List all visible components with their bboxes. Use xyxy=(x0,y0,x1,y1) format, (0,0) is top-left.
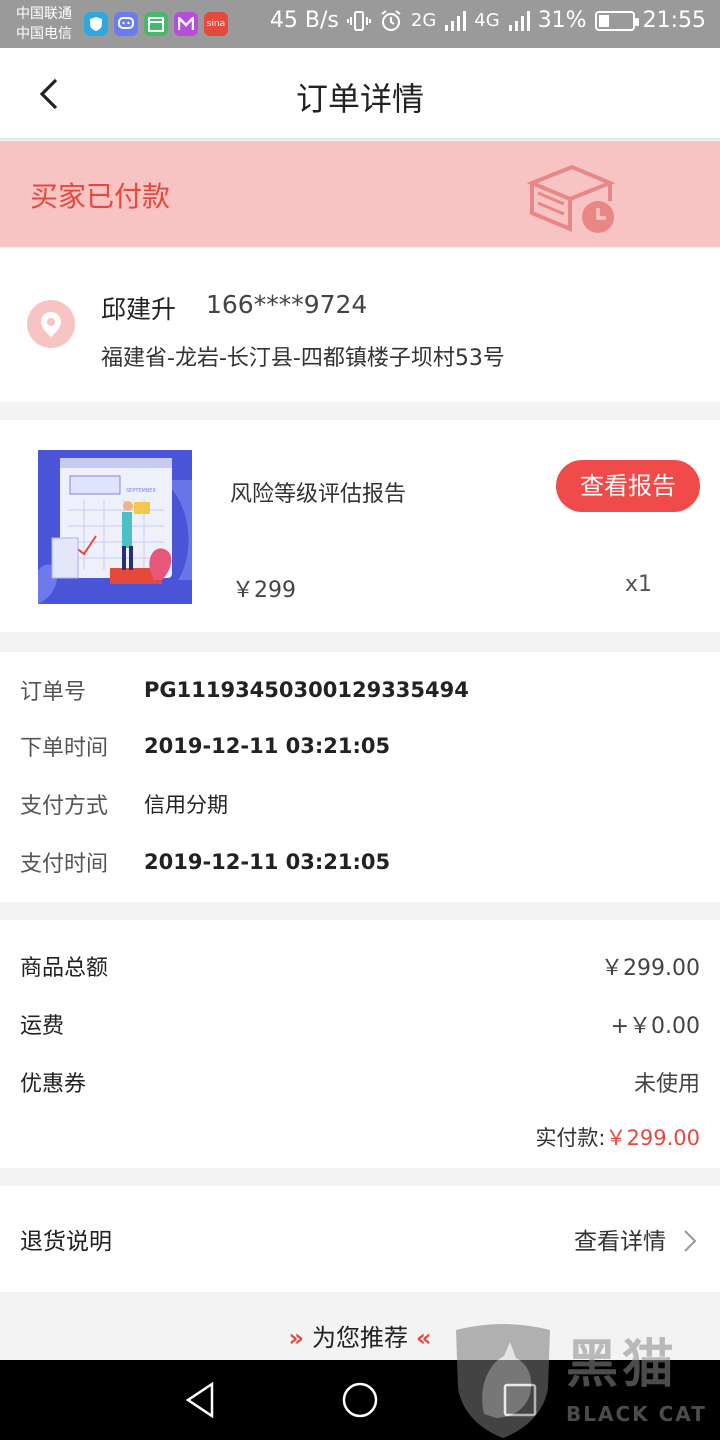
view-report-button[interactable]: 查看报告 xyxy=(556,460,700,512)
status-bar: 中国联通 中国电信 sina 45 B/s 2G 4G 31% 21:55 xyxy=(0,0,720,48)
network-4g: 4G xyxy=(474,10,500,31)
shield-app-icon xyxy=(84,12,108,36)
goods-total-value: ￥299.00 xyxy=(601,956,700,981)
product-thumbnail: SEPTEMBER xyxy=(38,450,192,604)
order-info: 订单号 PG11193450300129335494 下单时间 2019-12-… xyxy=(0,652,720,902)
info-label: 支付时间 xyxy=(20,852,109,877)
payment-time: 2019-12-11 03:21:05 xyxy=(144,850,391,874)
shipping-fee-value: +￥0.00 xyxy=(610,1014,700,1039)
address-detail: 福建省-龙岩-长汀县-四都镇楼子坝村53号 xyxy=(101,346,505,371)
amount-label: 运费 xyxy=(20,1014,65,1039)
calendar-app-icon xyxy=(144,12,168,36)
recommend-header: » 为您推荐 « xyxy=(0,1318,720,1353)
payment-method: 信用分期 xyxy=(144,793,228,817)
shipping-address: 邱建升 166****9724 福建省-龙岩-长汀县-四都镇楼子坝村53号 xyxy=(0,248,720,402)
battery-level xyxy=(598,14,609,27)
double-arrow-left-icon: « xyxy=(416,1324,432,1352)
chat-app-icon xyxy=(114,12,138,36)
return-policy-label: 退货说明 xyxy=(20,1229,112,1255)
payment-method-row: 支付方式 信用分期 xyxy=(20,788,228,820)
product-quantity: x1 xyxy=(624,572,652,597)
recipient-name: 邱建升 xyxy=(101,295,177,324)
paid-amount: ￥299.00 xyxy=(605,1126,700,1150)
alarm-icon xyxy=(381,9,401,31)
goods-total-row: 商品总额 ￥299.00 xyxy=(20,950,700,982)
system-nav-bar xyxy=(0,1360,720,1440)
battery-percent: 31% xyxy=(537,8,587,33)
page-title: 订单详情 xyxy=(295,80,424,118)
order-time-row: 下单时间 2019-12-11 03:21:05 xyxy=(20,730,390,762)
notification-icons: sina xyxy=(84,12,228,36)
amount-label: 优惠券 xyxy=(20,1072,87,1097)
product-card: SEPTEMBER 风险等级评估报告 查看报告 ￥299 x1 xyxy=(0,420,720,632)
amount-summary: 商品总额 ￥299.00 运费 +￥0.00 优惠券 未使用 实付款:￥299.… xyxy=(0,920,720,1168)
info-label: 支付方式 xyxy=(20,794,109,819)
product-price: ￥299 xyxy=(232,578,296,603)
order-number: PG11193450300129335494 xyxy=(144,678,469,702)
recipient-phone: 166****9724 xyxy=(206,290,368,319)
clock: 21:55 xyxy=(642,8,706,33)
app-header: 订单详情 xyxy=(0,48,720,140)
chevron-right-icon xyxy=(684,1230,697,1252)
signal-icon xyxy=(445,10,467,31)
order-status-banner: 买家已付款 xyxy=(0,141,720,247)
order-time: 2019-12-11 03:21:05 xyxy=(144,734,391,758)
nav-recents-button[interactable] xyxy=(500,1380,540,1420)
amount-label: 商品总额 xyxy=(20,956,109,981)
location-pin-icon xyxy=(27,300,75,348)
vibrate-icon xyxy=(346,10,371,31)
carrier-info: 中国联通 中国电信 xyxy=(16,4,72,44)
double-arrow-right-icon: » xyxy=(288,1324,304,1352)
nav-back-button[interactable] xyxy=(180,1380,220,1420)
coupon-value: 未使用 xyxy=(633,1072,700,1097)
net-speed: 45 B/s xyxy=(269,8,339,33)
network-2g: 2G xyxy=(410,10,437,31)
product-name: 风险等级评估报告 xyxy=(230,482,407,507)
view-details-link[interactable]: 查看详情 xyxy=(574,1222,666,1256)
info-label: 下单时间 xyxy=(20,736,109,761)
sina-app-icon: sina xyxy=(204,12,228,36)
m-app-icon xyxy=(174,12,198,36)
signal-icon-2 xyxy=(508,10,530,31)
package-clock-icon xyxy=(526,164,616,233)
carrier-2: 中国电信 xyxy=(16,26,72,42)
order-status-text: 买家已付款 xyxy=(30,180,171,213)
info-label: 订单号 xyxy=(20,680,87,705)
actual-payment: 实付款:￥299.00 xyxy=(535,1122,700,1152)
thumb-caption: SEPTEMBER xyxy=(126,488,156,494)
nav-home-button[interactable] xyxy=(340,1380,380,1420)
carrier-1: 中国联通 xyxy=(16,6,72,22)
order-number-row: 订单号 PG11193450300129335494 xyxy=(20,674,469,706)
battery-icon xyxy=(594,10,639,31)
paid-label: 实付款: xyxy=(535,1126,606,1150)
return-policy-row[interactable]: 退货说明 查看详情 xyxy=(0,1186,720,1292)
recommend-title: 为您推荐 xyxy=(312,1324,408,1352)
shipping-fee-row: 运费 +￥0.00 xyxy=(20,1008,700,1040)
payment-time-row: 支付时间 2019-12-11 03:21:05 xyxy=(20,846,390,878)
coupon-row: 优惠券 未使用 xyxy=(20,1066,700,1098)
